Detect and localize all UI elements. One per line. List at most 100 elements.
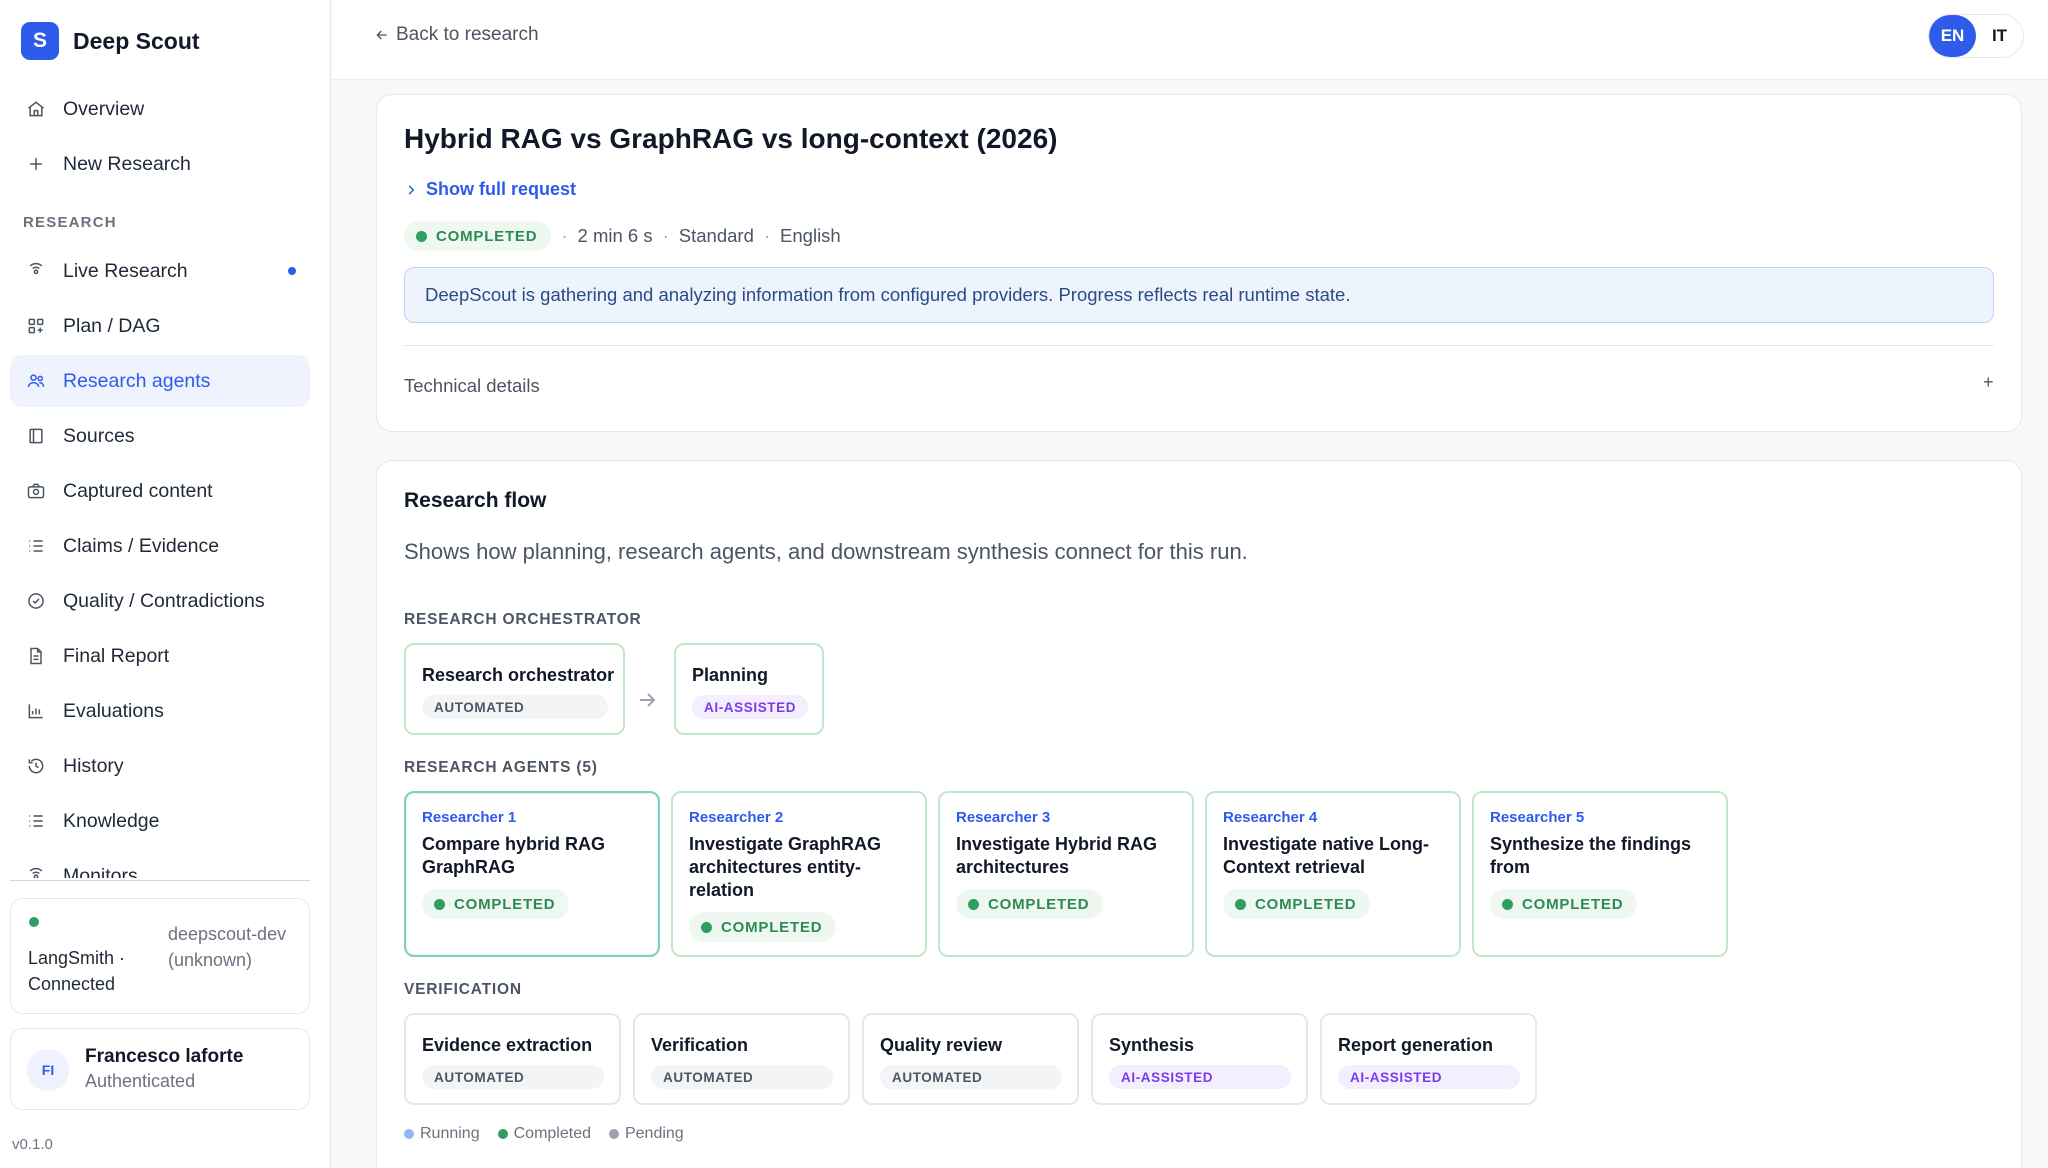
nav-research-agents[interactable]: Research agents (10, 355, 310, 407)
nav-monitors[interactable]: Monitors (10, 850, 310, 878)
verification-section-label: VERIFICATION (404, 981, 522, 998)
agent-title: Synthesize the findings from (1490, 834, 1692, 877)
status-label: COMPLETED (1255, 895, 1357, 913)
flow-node-orchestrator[interactable]: Research orchestrator AUTOMATED (404, 643, 625, 735)
agent-card-2[interactable]: Researcher 2 Investigate GraphRAG archit… (671, 791, 927, 957)
topbar: Back to research EN IT (332, 0, 2048, 80)
legend-dot-pending (608, 1129, 619, 1139)
nav-label: Plan / DAG (63, 314, 161, 337)
nav-final-report[interactable]: Final Report (10, 630, 310, 682)
status-dot (701, 921, 712, 933)
document-icon (24, 644, 48, 668)
flow-node-verification[interactable]: Verification AUTOMATED (633, 1013, 850, 1105)
app-name: Deep Scout (73, 27, 200, 54)
agent-card-3[interactable]: Researcher 3 Investigate Hybrid RAG arch… (938, 791, 1194, 957)
nav-label: Evaluations (63, 699, 164, 722)
status-label: COMPLETED (454, 895, 556, 913)
back-to-research-link[interactable]: Back to research (374, 24, 539, 46)
flow-node-evidence-extraction[interactable]: Evidence extraction AUTOMATED (404, 1013, 621, 1105)
orchestrator-section-label: RESEARCH ORCHESTRATOR (404, 611, 642, 628)
nav-label: Monitors (63, 864, 138, 879)
node-title: Synthesis (1109, 1035, 1195, 1055)
flow-node-report-generation[interactable]: Report generation AI-ASSISTED (1320, 1013, 1537, 1105)
node-title: Report generation (1338, 1035, 1494, 1055)
flow-title: Research flow (404, 489, 547, 512)
technical-details-toggle[interactable]: Technical details (404, 375, 540, 397)
check-circle-icon (24, 589, 48, 613)
nav-knowledge[interactable]: Knowledge (10, 795, 310, 847)
expand-icon[interactable]: + (1983, 372, 1994, 393)
nav-history[interactable]: History (10, 740, 310, 792)
live-indicator-dot (288, 267, 296, 275)
divider (404, 345, 1994, 346)
nav-label: Knowledge (63, 809, 160, 832)
history-icon (24, 754, 48, 778)
nav-claims-evidence[interactable]: Claims / Evidence (10, 520, 310, 572)
user-name: Francesco laforte (85, 1046, 244, 1067)
nav-sources[interactable]: Sources (10, 410, 310, 462)
flow-node-quality-review[interactable]: Quality review AUTOMATED (862, 1013, 1079, 1105)
nav-overview[interactable]: Overview (10, 83, 310, 135)
lang-en-button[interactable]: EN (1929, 15, 1976, 57)
agent-card-5[interactable]: Researcher 5 Synthesize the findings fro… (1472, 791, 1728, 957)
nav-new-research[interactable]: New Research (10, 138, 310, 190)
info-banner: DeepScout is gathering and analyzing inf… (404, 267, 1994, 323)
nav-evaluations[interactable]: Evaluations (10, 685, 310, 737)
nav-plan-dag[interactable]: Plan / DAG (10, 300, 310, 352)
nav-live-research[interactable]: Live Research (10, 245, 310, 297)
flow-node-planning[interactable]: Planning AI-ASSISTED (674, 643, 824, 735)
node-tag: AUTOMATED (422, 695, 608, 719)
grid-icon (24, 314, 48, 338)
node-tag: AUTOMATED (422, 1065, 604, 1089)
user-card[interactable]: FI Francesco laforte Authenticated (10, 1028, 310, 1110)
agent-card-1[interactable]: Researcher 1 Compare hybrid RAG GraphRAG… (404, 791, 660, 957)
status-dot (416, 230, 427, 242)
nav-clip: Monitors (0, 850, 331, 878)
agent-kicker: Researcher 5 (1490, 809, 1585, 826)
status-label: COMPLETED (1522, 895, 1624, 913)
show-full-request-toggle[interactable]: Show full request (404, 179, 576, 200)
meta-separator: · (561, 225, 568, 246)
list-icon (24, 534, 48, 558)
flow-node-synthesis[interactable]: Synthesis AI-ASSISTED (1091, 1013, 1308, 1105)
status-label: COMPLETED (721, 918, 823, 936)
node-title: Planning (692, 665, 768, 685)
node-tag: AUTOMATED (651, 1065, 833, 1089)
users-icon (24, 369, 48, 393)
broadcast-icon (24, 259, 48, 283)
plus-icon (24, 152, 48, 176)
node-title: Evidence extraction (422, 1035, 593, 1055)
connection-status-dot (29, 917, 39, 927)
sidebar: S Deep Scout Overview New Research RESEA… (0, 0, 331, 1168)
app-logo: S (21, 22, 59, 60)
nav-quality-contradictions[interactable]: Quality / Contradictions (10, 575, 310, 627)
agent-kicker: Researcher 4 (1223, 809, 1318, 826)
nav-label: Final Report (63, 644, 170, 667)
nav-section-research: RESEARCH (23, 214, 117, 231)
node-tag: AI-ASSISTED (1338, 1065, 1520, 1089)
legend-label: Pending (624, 1125, 684, 1142)
bar-chart-icon (24, 699, 48, 723)
book-icon (24, 424, 48, 448)
home-icon (24, 97, 48, 121)
status-dot (1502, 898, 1513, 910)
app-version: v0.1.0 (12, 1136, 53, 1153)
sidebar-divider (10, 880, 310, 881)
broadcast-icon (24, 864, 48, 878)
nav-label: History (63, 754, 124, 777)
camera-icon (24, 479, 48, 503)
brand[interactable]: S Deep Scout (21, 22, 200, 60)
node-title: Research orchestrator (422, 665, 615, 685)
chevron-right-icon (408, 184, 415, 195)
depth: Standard (678, 225, 754, 246)
language: English (780, 225, 841, 246)
agent-card-4[interactable]: Researcher 4 Investigate native Long-Con… (1205, 791, 1461, 957)
nav-captured-content[interactable]: Captured content (10, 465, 310, 517)
meta-separator: · (763, 225, 771, 246)
page-title: Hybrid RAG vs GraphRAG vs long-context (… (404, 123, 1058, 154)
agent-kicker: Researcher 1 (422, 809, 517, 826)
nav-label: Research agents (63, 369, 211, 392)
arrow-right-icon (635, 688, 659, 712)
lang-it-button[interactable]: IT (1976, 15, 2023, 57)
language-switcher: EN IT (1928, 14, 2024, 58)
